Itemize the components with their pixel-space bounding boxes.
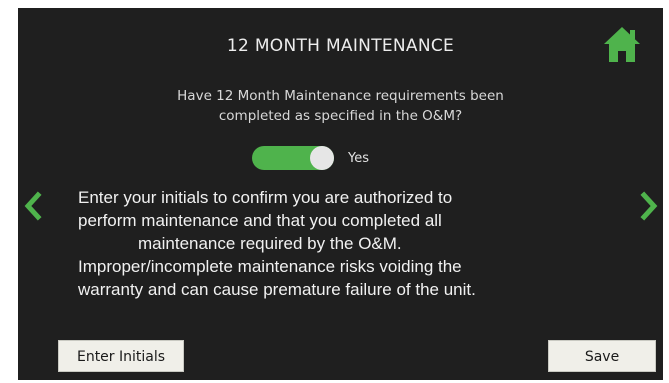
save-button[interactable]: Save <box>548 340 656 372</box>
page-title: 12 MONTH MAINTENANCE <box>226 36 455 56</box>
maintenance-question: Have 12 Month Maintenance requirements b… <box>78 86 603 126</box>
message-line-5: warranty and can cause premature failure… <box>78 280 476 299</box>
message-line-4: Improper/incomplete maintenance risks vo… <box>78 257 462 276</box>
yes-toggle-group: Yes <box>252 146 369 170</box>
toggle-knob <box>310 146 334 170</box>
message-line-1: Enter your initials to confirm you are a… <box>78 188 453 207</box>
maintenance-screen: 12 MONTH MAINTENANCE Have 12 Month Maint… <box>18 8 663 380</box>
screen-frame: 12 MONTH MAINTENANCE Have 12 Month Maint… <box>0 0 669 383</box>
chevron-right-icon[interactable] <box>638 191 660 221</box>
question-line-1: Have 12 Month Maintenance requirements b… <box>177 88 504 104</box>
message-line-2: perform maintenance and that you complet… <box>78 211 442 230</box>
authorization-message: Enter your initials to confirm you are a… <box>78 186 603 301</box>
message-line-3: maintenance required by the O&M. <box>138 234 402 253</box>
toggle-label: Yes <box>348 150 369 166</box>
yes-toggle[interactable] <box>252 146 334 170</box>
chevron-left-icon[interactable] <box>22 191 44 221</box>
enter-initials-button[interactable]: Enter Initials <box>58 340 184 372</box>
home-icon[interactable] <box>601 24 643 66</box>
question-line-2: completed as specified in the O&M? <box>218 108 463 124</box>
